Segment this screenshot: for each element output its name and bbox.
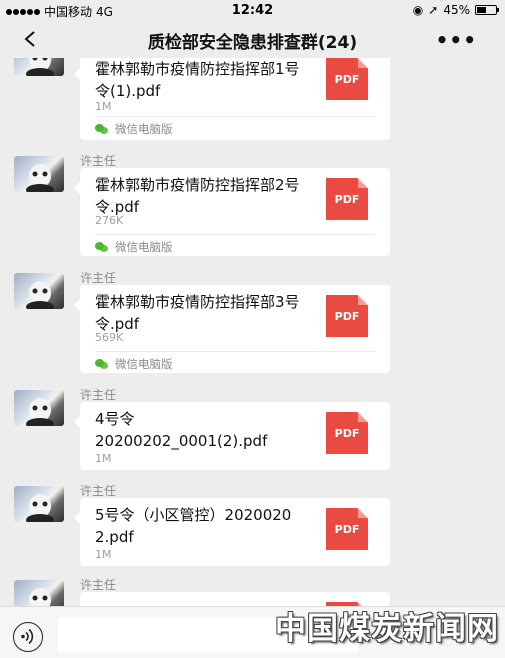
input-bar: 中国煤炭新闻网 xyxy=(0,606,505,658)
file-size: 276K xyxy=(95,214,124,227)
source-label: 微信电脑版 xyxy=(115,239,173,254)
file-name: 4号令 20200202_0001(2).pdf xyxy=(95,410,268,450)
chat-title: 质检部安全隐患排查群(24) xyxy=(147,33,358,53)
wechat-icon xyxy=(95,241,109,252)
source-label: 微信电脑版 xyxy=(115,356,173,371)
avatar[interactable] xyxy=(14,58,64,76)
location-icon: ➚ xyxy=(428,3,439,17)
sender-name: 许主任 xyxy=(80,388,117,402)
more-options-icon[interactable]: ••• xyxy=(436,28,477,52)
sender-name: 许主任 xyxy=(80,154,117,168)
voice-input-button[interactable] xyxy=(13,622,43,652)
file-size: 1M xyxy=(95,452,112,465)
pdf-file-icon: PDF xyxy=(326,412,368,454)
file-message-bubble[interactable]: 霍林郭勒市疫情防控指挥部2号令.pdf 276K PDF 微信电脑版 xyxy=(74,168,390,256)
file-name: 5号令（小区管控）20200202.pdf xyxy=(95,506,292,546)
file-message-bubble[interactable]: 霍林郭勒市疫情防控指挥部1号令(1).pdf 1M PDF 微信电脑版 xyxy=(74,58,390,140)
file-name: 霍林郭勒市疫情防控指挥部3号令.pdf xyxy=(95,293,300,333)
orientation-lock-icon: ◉ xyxy=(412,3,424,17)
message-item: 霍林郭勒市疫情防控指挥部1号令(1).pdf 1M PDF 微信电脑版 xyxy=(0,58,505,144)
avatar[interactable] xyxy=(14,486,64,522)
source-row: 微信电脑版 xyxy=(95,351,375,373)
message-item: 许主任 霍林郭勒市疫情防控指挥部3号令.pdf 569K PDF 微信电脑版 xyxy=(0,269,505,381)
sender-name: 许主任 xyxy=(80,484,117,498)
message-item: 许主任 霍林郭勒市疫情防控指挥部2号令.pdf 276K PDF 微信电脑版 xyxy=(0,152,505,264)
voice-icon xyxy=(21,628,34,645)
file-message-bubble[interactable]: 霍林郭勒市疫情防控指挥部3号令.pdf 569K PDF 微信电脑版 xyxy=(74,285,390,373)
status-bar: 中国移动 4G 12:42 ◉ ➚ 45% xyxy=(0,0,505,20)
file-size: 1M xyxy=(95,100,112,113)
file-name: 霍林郭勒市疫情防控指挥部1号令(1).pdf xyxy=(95,60,300,100)
source-row: 微信电脑版 xyxy=(95,234,375,256)
avatar[interactable] xyxy=(14,580,64,606)
status-right: ◉ ➚ 45% xyxy=(412,3,499,17)
pdf-file-icon: PDF xyxy=(326,58,368,100)
file-name: 霍林郭勒市疫情防控指挥部2号令.pdf xyxy=(95,176,300,216)
source-label: 微信电脑版 xyxy=(115,121,173,136)
pdf-file-icon: PDF xyxy=(326,295,368,337)
wechat-icon xyxy=(95,358,109,369)
avatar[interactable] xyxy=(14,390,64,426)
chat-message-list[interactable]: 霍林郭勒市疫情防控指挥部1号令(1).pdf 1M PDF 微信电脑版 许主任 … xyxy=(0,58,505,606)
file-size: 1M xyxy=(95,548,112,561)
file-size: 569K xyxy=(95,331,124,344)
avatar[interactable] xyxy=(14,156,64,192)
source-row: 微信电脑版 xyxy=(95,116,375,138)
file-message-bubble[interactable]: 5号令（小区管控）20200202.pdf 1M PDF xyxy=(74,498,390,566)
pdf-file-icon: PDF xyxy=(326,508,368,550)
site-watermark: 中国煤炭新闻网 xyxy=(275,611,499,647)
nav-bar: 质检部安全隐患排查群(24) ••• xyxy=(0,20,505,58)
battery-percent: 45% xyxy=(443,3,470,17)
file-message-bubble[interactable]: 4号令 20200202_0001(2).pdf 1M PDF xyxy=(74,402,390,470)
battery-icon xyxy=(475,5,499,15)
avatar[interactable] xyxy=(14,273,64,309)
message-item: 许主任 5号令（小区管控）20200202.pdf 1M PDF xyxy=(0,482,505,574)
wechat-icon xyxy=(95,123,109,134)
sender-name: 许主任 xyxy=(80,271,117,285)
sender-name: 许主任 xyxy=(80,578,117,592)
message-item: 许主任 4号令 20200202_0001(2).pdf 1M PDF xyxy=(0,386,505,478)
message-item: 许主任 xyxy=(0,576,505,606)
pdf-file-icon: PDF xyxy=(326,178,368,220)
